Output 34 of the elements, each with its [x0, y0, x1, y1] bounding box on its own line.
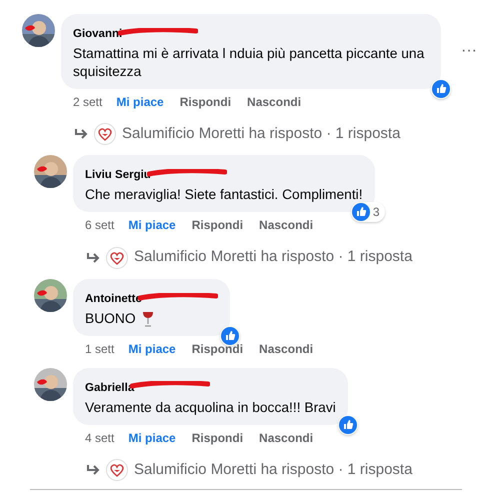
like-button[interactable]: Mi piace: [116, 92, 164, 111]
reply-button[interactable]: Rispondi: [180, 92, 232, 111]
hide-button[interactable]: Nascondi: [259, 428, 314, 447]
comment-time: 6 sett: [85, 217, 114, 234]
reaction-count: 3: [372, 204, 381, 222]
hide-button[interactable]: Nascondi: [247, 92, 302, 111]
like-button[interactable]: Mi piace: [128, 340, 176, 358]
replies-link[interactable]: Salumificio Moretti ha risposto · 1 risposta: [134, 246, 412, 269]
reply-arrow-icon: [86, 464, 100, 476]
comment-time: 1 sett: [85, 340, 114, 358]
comment-text: Stamattina mi è arrivata l nduia più pancetta piccante una squisitezza: [73, 45, 426, 81]
like-button[interactable]: Mi piace: [128, 428, 176, 447]
comment-time: 4 sett: [85, 430, 114, 447]
like-button[interactable]: Mi piace: [128, 216, 176, 234]
page-logo-icon: [106, 458, 128, 481]
hide-button[interactable]: Nascondi: [259, 216, 314, 234]
comment-time: 2 sett: [73, 94, 102, 111]
more-options-button[interactable]: ···: [457, 39, 481, 64]
page-logo-icon: [94, 123, 116, 146]
reply-button[interactable]: Rispondi: [192, 340, 244, 358]
comment-text: Veramente da acquolina in bocca!!! Bravi: [85, 398, 336, 417]
comment-text: Che meraviglia! Siete fantastici. Complimenti!: [85, 186, 363, 204]
author-name[interactable]: Antoinette: [85, 290, 142, 308]
reply-button[interactable]: Rispondi: [192, 428, 244, 447]
replies-link[interactable]: Salumificio Moretti ha risposto · 1 risposta: [122, 122, 400, 146]
comment-text: BUONO: [85, 310, 136, 328]
hide-button[interactable]: Nascondi: [259, 340, 314, 358]
reply-arrow-icon: [74, 128, 88, 140]
page-logo-icon: [106, 246, 128, 269]
reply-arrow-icon: [86, 252, 100, 264]
author-name[interactable]: Gabriella: [85, 380, 134, 397]
reply-button[interactable]: Rispondi: [192, 216, 244, 234]
author-name[interactable]: Giovanni: [73, 26, 122, 44]
replies-link[interactable]: Salumificio Moretti ha risposto · 1 risposta: [134, 458, 412, 482]
